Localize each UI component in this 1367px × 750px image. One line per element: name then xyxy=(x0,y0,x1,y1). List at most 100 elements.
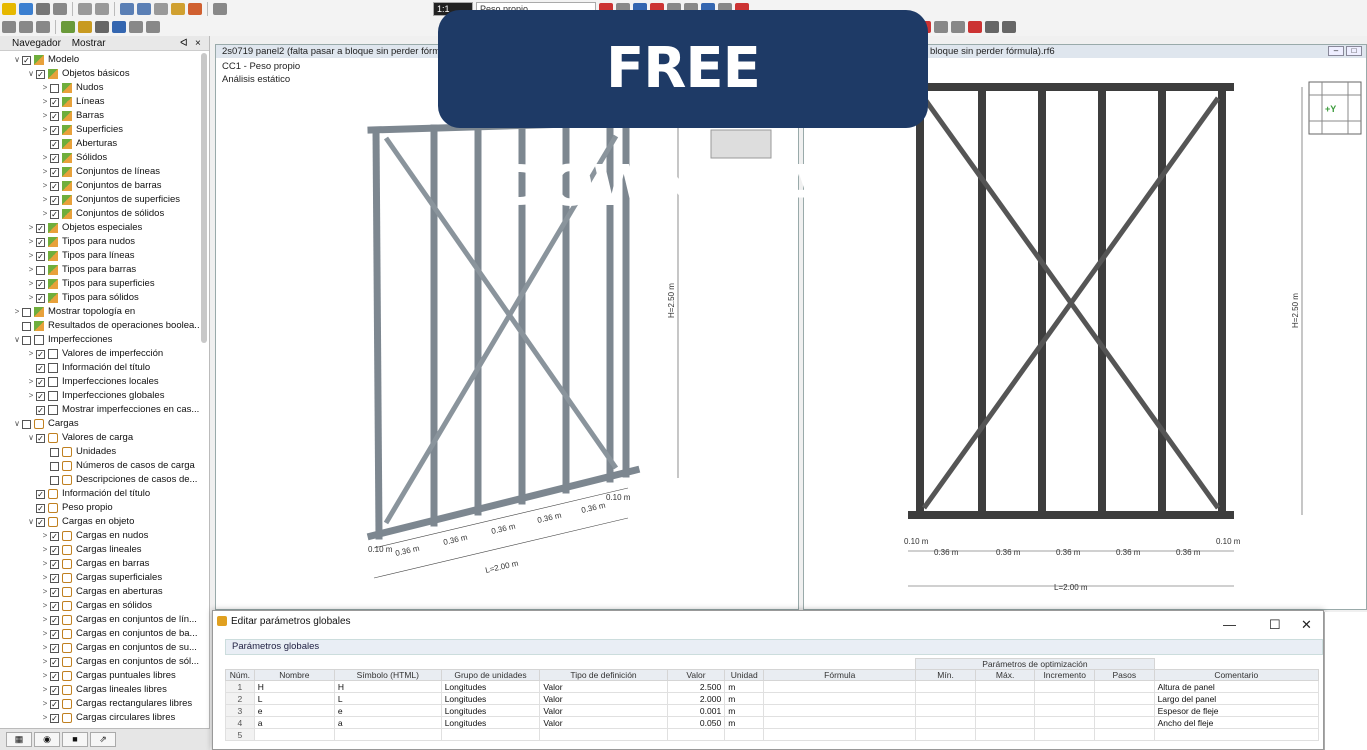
tree-checkbox[interactable] xyxy=(36,265,45,275)
table-cell[interactable] xyxy=(974,716,1036,729)
grid-icon[interactable] xyxy=(137,3,151,15)
tree-item[interactable]: ✓ Información del título xyxy=(0,361,200,375)
tree-checkbox[interactable]: ✓ xyxy=(36,363,45,373)
tree-item[interactable]: ✓ Aberturas xyxy=(0,137,200,151)
tree-item[interactable]: > ✓ Cargas en conjuntos de sól... xyxy=(0,655,200,669)
table-cell[interactable] xyxy=(333,728,442,741)
tree-checkbox[interactable]: ✓ xyxy=(36,517,45,527)
column-header[interactable]: Unidad xyxy=(724,669,765,681)
tree-item[interactable]: > ✓ Objetos especiales xyxy=(0,221,200,235)
column-header[interactable]: Comentario xyxy=(1153,669,1320,681)
tree-checkbox[interactable] xyxy=(22,307,31,317)
tree-item[interactable]: > ✓ Cargas en conjuntos de su... xyxy=(0,641,200,655)
expand-icon[interactable]: > xyxy=(40,613,50,627)
tree-item[interactable]: Descripciones de casos de... xyxy=(0,473,200,487)
expand-icon[interactable]: ∨ xyxy=(26,67,36,81)
table-cell[interactable] xyxy=(666,728,726,741)
table-cell[interactable] xyxy=(539,728,668,741)
table-cell[interactable]: m xyxy=(724,716,765,729)
tree-checkbox[interactable]: ✓ xyxy=(50,685,59,695)
tree-checkbox[interactable]: ✓ xyxy=(36,349,45,359)
surface-icon[interactable] xyxy=(129,21,143,33)
table-cell[interactable]: a xyxy=(333,716,442,729)
tree-item[interactable]: > ✓ Tipos para nudos xyxy=(0,235,200,249)
print-icon[interactable] xyxy=(53,3,67,15)
free-download-banner[interactable]: FREE DOWNLOAD xyxy=(438,10,928,219)
minimize-icon[interactable]: — xyxy=(1223,614,1236,636)
expand-icon[interactable]: ∨ xyxy=(12,333,22,347)
views-tab-icon[interactable]: ⇗ xyxy=(90,732,116,747)
save-icon[interactable] xyxy=(36,3,50,15)
table-cell[interactable] xyxy=(1034,716,1095,729)
tree-checkbox[interactable] xyxy=(50,447,59,457)
tree-item[interactable]: ✓ Peso propio xyxy=(0,501,200,515)
tree-checkbox[interactable] xyxy=(50,475,59,485)
tree-checkbox[interactable]: ✓ xyxy=(50,167,59,177)
section-icon[interactable] xyxy=(95,21,109,33)
remove-icon[interactable] xyxy=(968,21,982,33)
table-cell[interactable]: Altura de panel xyxy=(1153,680,1320,693)
tree-item[interactable]: > ✓ Tipos para superficies xyxy=(0,277,200,291)
tree-checkbox[interactable]: ✓ xyxy=(50,195,59,205)
expand-icon[interactable]: > xyxy=(40,599,50,613)
navigator-scrollbar[interactable] xyxy=(201,53,207,343)
tree-item[interactable]: ∨ ✓ Objetos básicos xyxy=(0,67,200,81)
tree-item[interactable]: > Nudos xyxy=(0,81,200,95)
tree-item[interactable]: > ✓ Cargas en nudos xyxy=(0,529,200,543)
expand-icon[interactable]: > xyxy=(26,249,36,263)
tree-item[interactable]: > ✓ Cargas en conjuntos de lín... xyxy=(0,613,200,627)
maximize-icon[interactable]: ☐ xyxy=(1269,614,1281,636)
results-icon[interactable] xyxy=(188,3,202,15)
tree-item[interactable]: > ✓ Conjuntos de líneas xyxy=(0,165,200,179)
table-cell[interactable]: m xyxy=(724,704,765,717)
camera-tab-icon[interactable]: ■ xyxy=(62,732,88,747)
tree-item[interactable]: > Tipos para barras xyxy=(0,263,200,277)
column-header[interactable]: Grupo de unidades xyxy=(440,669,541,681)
column-header[interactable]: Núm. xyxy=(225,669,255,681)
tree-checkbox[interactable]: ✓ xyxy=(50,643,59,653)
tree-item[interactable]: > ✓ Cargas en barras xyxy=(0,557,200,571)
expand-icon[interactable]: > xyxy=(40,655,50,669)
tree-checkbox[interactable]: ✓ xyxy=(50,573,59,583)
tree-item[interactable]: Resultados de operaciones boolea... xyxy=(0,319,200,333)
table-row[interactable]: 4 a a Longitudes Valor 0.050 m Ancho del fleje xyxy=(225,716,1320,729)
tree-checkbox[interactable]: ✓ xyxy=(50,125,59,135)
table-cell[interactable]: a xyxy=(253,716,335,729)
tree-item[interactable]: Números de casos de carga xyxy=(0,459,200,473)
expand-icon[interactable]: > xyxy=(26,221,36,235)
tree-item[interactable]: > ✓ Valores de imperfección xyxy=(0,347,200,361)
table-cell[interactable] xyxy=(974,692,1036,705)
expand-icon[interactable]: > xyxy=(40,683,50,697)
expand-icon[interactable]: > xyxy=(40,95,50,109)
undo-icon[interactable] xyxy=(78,3,92,15)
tree-checkbox[interactable]: ✓ xyxy=(36,503,45,513)
tree-checkbox[interactable]: ✓ xyxy=(36,489,45,499)
expand-icon[interactable]: ∨ xyxy=(26,515,36,529)
expand-icon[interactable]: > xyxy=(40,669,50,683)
minimize-icon[interactable]: – xyxy=(1328,46,1344,56)
tree-item[interactable]: > ✓ Tipos para sólidos xyxy=(0,291,200,305)
tree-item[interactable]: > ✓ Imperfecciones locales xyxy=(0,375,200,389)
tree-checkbox[interactable]: ✓ xyxy=(50,699,59,709)
tree-item[interactable]: > ✓ Conjuntos de superficies xyxy=(0,193,200,207)
table-cell[interactable] xyxy=(1094,728,1155,741)
tree-checkbox[interactable]: ✓ xyxy=(50,209,59,219)
expand-icon[interactable]: > xyxy=(40,165,50,179)
tree-checkbox[interactable]: ✓ xyxy=(50,97,59,107)
table-cell[interactable] xyxy=(253,728,335,741)
tree-item[interactable]: > ✓ Cargas en aberturas xyxy=(0,585,200,599)
table-row[interactable]: 3 e e Longitudes Valor 0.001 m Espesor de fleje xyxy=(225,704,1320,717)
tree-checkbox[interactable]: ✓ xyxy=(36,377,45,387)
expand-icon[interactable]: > xyxy=(26,389,36,403)
table-cell[interactable] xyxy=(763,704,917,717)
tree-checkbox[interactable]: ✓ xyxy=(36,279,45,289)
tree-checkbox[interactable]: ✓ xyxy=(50,671,59,681)
table-cell[interactable] xyxy=(1094,680,1155,693)
tree-checkbox[interactable]: ✓ xyxy=(50,181,59,191)
expand-icon[interactable]: > xyxy=(40,627,50,641)
tree-item[interactable]: ✓ Información del título xyxy=(0,487,200,501)
expand-icon[interactable]: > xyxy=(40,557,50,571)
table-cell[interactable]: 0.050 xyxy=(666,716,726,729)
tree-checkbox[interactable]: ✓ xyxy=(36,237,45,247)
table-row[interactable]: 5 xyxy=(225,728,1320,741)
